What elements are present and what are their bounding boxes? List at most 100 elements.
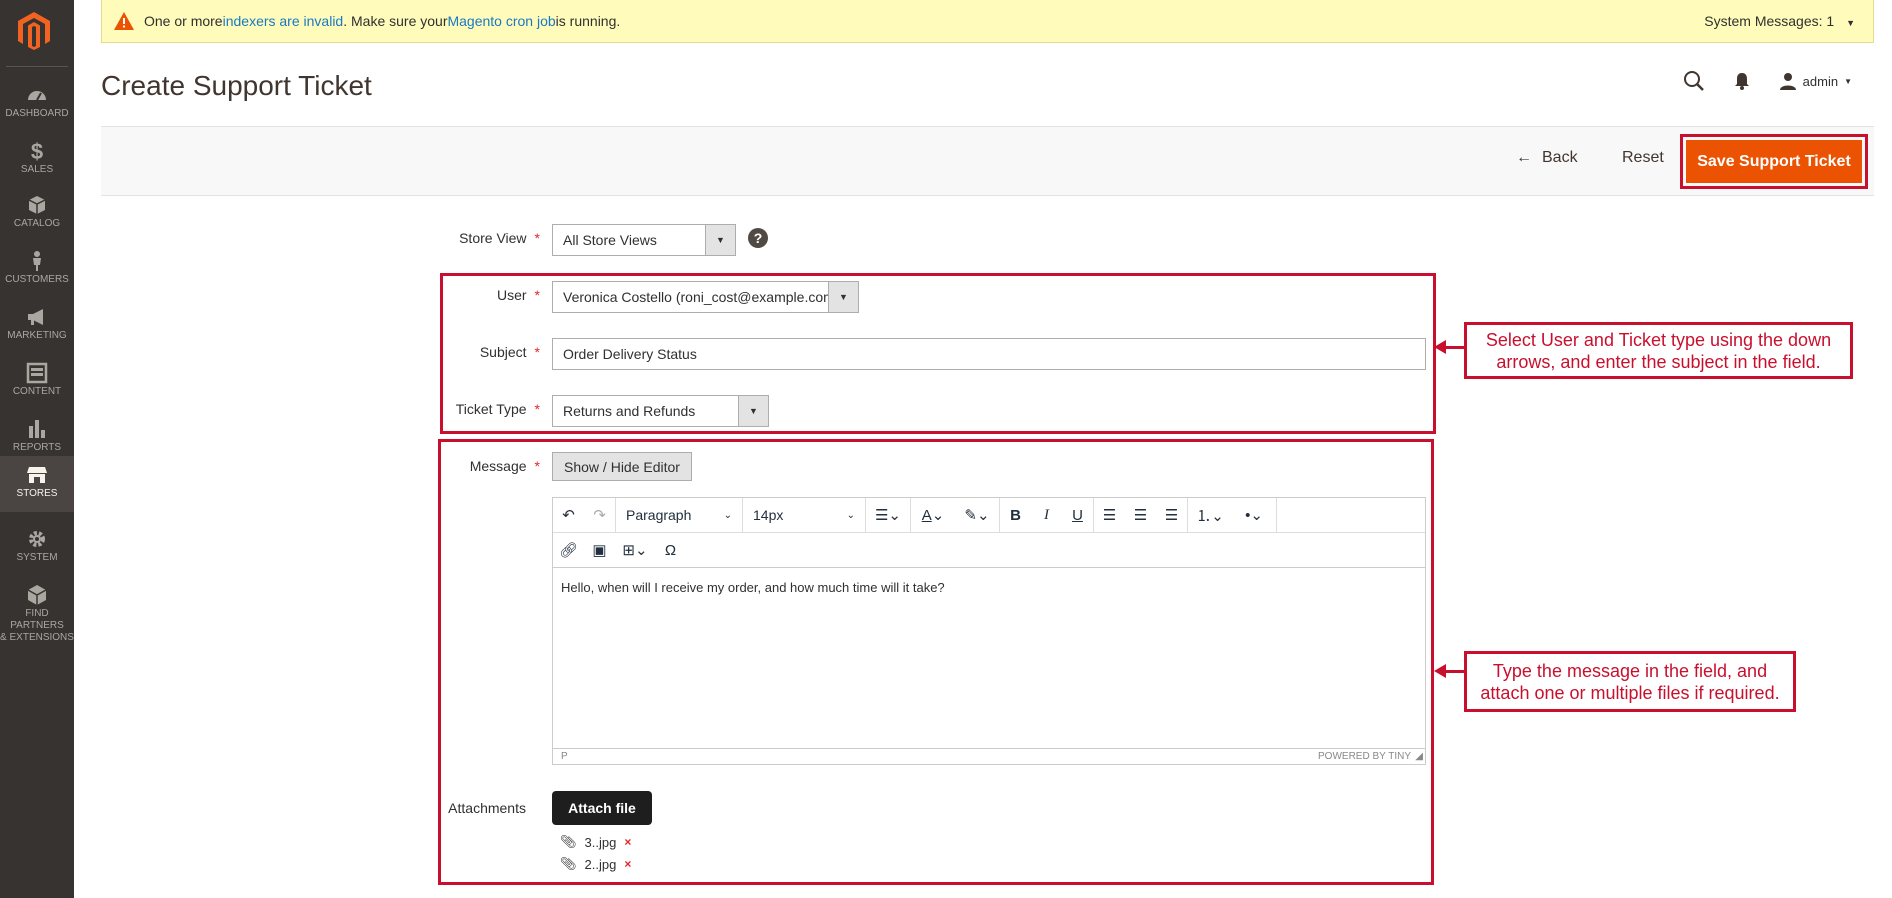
magento-logo[interactable]: [18, 12, 50, 50]
sidebar-item-customers[interactable]: CUSTOMERS: [0, 242, 74, 298]
person-icon: [33, 251, 41, 271]
undo-icon[interactable]: ↶: [553, 498, 584, 533]
admin-sidebar: DASHBOARD $ SALES CATALOG CUSTOMERS MARK…: [0, 0, 74, 898]
back-label: Back: [1542, 149, 1578, 166]
sidebar-label: CATALOG: [13, 218, 61, 229]
gear-icon: [29, 531, 45, 547]
attachment-name: 3..jpg: [584, 834, 617, 850]
store-icon: [27, 467, 47, 483]
sidebar-item-partners[interactable]: FIND PARTNERS & EXTENSIONS: [0, 576, 74, 646]
align-left-icon[interactable]: ☰: [1094, 498, 1125, 533]
image-icon[interactable]: ▣: [584, 533, 615, 568]
ticket-type-select[interactable]: Returns and Refunds ▼: [552, 395, 769, 427]
remove-attachment-icon[interactable]: ×: [624, 857, 631, 871]
dashboard-icon: [28, 91, 46, 101]
warning-icon: [114, 12, 134, 30]
subject-label: Subject *: [479, 344, 540, 360]
powered-by-tiny[interactable]: POWERED BY TINY: [1318, 751, 1411, 762]
system-message-bar: One or more indexers are invalid . Make …: [101, 0, 1874, 43]
table-icon[interactable]: ⊞⌄: [615, 533, 655, 568]
save-annotation-box: Save Support Ticket: [1680, 134, 1868, 189]
reset-button[interactable]: Reset: [1622, 149, 1664, 167]
attachment-item: 📎︎ 2..jpg ×: [560, 856, 631, 872]
text-color-icon[interactable]: A ⌄: [911, 498, 955, 533]
redo-icon[interactable]: ↷: [584, 498, 615, 533]
chevron-down-icon: ▼: [1844, 76, 1852, 86]
help-icon[interactable]: ?: [748, 228, 768, 248]
chevron-down-icon: ▼: [1846, 18, 1855, 28]
svg-text:?: ?: [754, 230, 763, 246]
chevron-down-icon: ⌄: [846, 509, 855, 521]
user-label: User *: [496, 287, 540, 303]
sidebar-item-marketing[interactable]: MARKETING: [0, 298, 74, 354]
bar-chart-icon: [29, 420, 45, 438]
back-button[interactable]: ← Back: [1516, 149, 1578, 167]
numbered-list-icon[interactable]: ⒈⌄: [1188, 498, 1232, 533]
editor-content[interactable]: Hello, when will I receive my order, and…: [561, 580, 945, 595]
sidebar-item-catalog[interactable]: CATALOG: [0, 186, 74, 242]
reset-label: Reset: [1622, 149, 1664, 166]
user-icon: [1779, 73, 1796, 90]
dropdown-arrow-icon[interactable]: ▼: [828, 282, 858, 312]
callout-text: Type the message in the field, and attac…: [1480, 660, 1780, 703]
resize-handle-icon[interactable]: ◢: [1415, 751, 1423, 762]
sidebar-item-system[interactable]: SYSTEM: [0, 520, 74, 576]
bold-icon[interactable]: B: [1000, 498, 1031, 533]
search-icon[interactable]: [1683, 70, 1705, 92]
editor-toolbar-row-1: ↶ ↷ Paragraph ⌄ 14px ⌄ ☰⌄ A ⌄ ✎⌄ B I U ☰ ☰ …: [553, 497, 1425, 533]
callout-text: Select User and Ticket type using the do…: [1485, 329, 1832, 372]
dropdown-arrow-icon[interactable]: ▼: [738, 396, 768, 426]
callout-user-ticket: Select User and Ticket type using the do…: [1464, 322, 1853, 379]
show-hide-editor-button[interactable]: Show / Hide Editor: [552, 452, 692, 481]
underline-icon[interactable]: U: [1062, 498, 1093, 533]
remove-attachment-icon[interactable]: ×: [624, 835, 631, 849]
sidebar-item-sales[interactable]: $ SALES: [0, 132, 74, 188]
annotation-arrow-line: [1444, 346, 1464, 349]
highlight-color-icon[interactable]: ✎⌄: [955, 498, 999, 533]
paperclip-icon: 📎︎: [560, 856, 577, 871]
ticket-type-value: Returns and Refunds: [563, 403, 696, 419]
editor-toolbar-row-2: 🔗︎ ▣ ⊞⌄ Ω: [553, 533, 1425, 568]
cron-job-link[interactable]: Magento cron job: [447, 13, 555, 29]
dropdown-arrow-icon[interactable]: ▼: [705, 225, 735, 255]
system-messages-count: System Messages: 1: [1704, 13, 1835, 29]
page-title: Create Support Ticket: [101, 70, 372, 101]
attachment-name: 2..jpg: [584, 856, 617, 872]
user-select[interactable]: Veronica Costello (roni_cost@example.com…: [552, 281, 859, 313]
callout-message-attach: Type the message in the field, and attac…: [1464, 651, 1796, 712]
sidebar-label: SALES: [20, 164, 54, 175]
store-view-select[interactable]: All Store Views ▼: [552, 224, 736, 256]
line-height-icon[interactable]: ☰⌄: [866, 498, 910, 533]
italic-icon[interactable]: I: [1031, 498, 1062, 533]
header-actions: admin ▼: [1683, 70, 1852, 92]
sidebar-label: REPORTS: [12, 442, 62, 453]
align-right-icon[interactable]: ☰: [1156, 498, 1187, 533]
link-icon[interactable]: 🔗︎: [553, 533, 584, 568]
sidebar-item-content[interactable]: CONTENT: [0, 354, 74, 410]
rich-text-editor[interactable]: ↶ ↷ Paragraph ⌄ 14px ⌄ ☰⌄ A ⌄ ✎⌄ B I U ☰ ☰ …: [552, 497, 1426, 765]
megaphone-icon: [28, 309, 43, 325]
save-support-ticket-button[interactable]: Save Support Ticket: [1686, 140, 1862, 183]
sidebar-label: CUSTOMERS: [5, 274, 69, 285]
bell-icon[interactable]: [1733, 71, 1751, 91]
subject-input[interactable]: Order Delivery Status: [552, 338, 1426, 370]
bullet-list-icon[interactable]: •⌄: [1232, 498, 1276, 533]
admin-user-menu[interactable]: admin ▼: [1779, 72, 1852, 90]
element-path[interactable]: P: [561, 751, 568, 762]
box-icon: [28, 196, 46, 214]
indexers-link[interactable]: indexers are invalid: [223, 13, 344, 29]
cube-icon: [27, 585, 47, 605]
system-messages-toggle[interactable]: System Messages: 1 ▼: [1704, 13, 1855, 29]
sidebar-label: STORES: [16, 488, 58, 499]
align-center-icon[interactable]: ☰: [1125, 498, 1156, 533]
attach-file-button[interactable]: Attach file: [552, 791, 652, 825]
sidebar-label: CONTENT: [12, 386, 62, 397]
sidebar-item-dashboard[interactable]: DASHBOARD: [0, 76, 74, 132]
sidebar-item-stores[interactable]: STORES: [0, 456, 74, 512]
special-character-icon[interactable]: Ω: [655, 533, 686, 568]
sidebar-label: FIND PARTNERS: [10, 608, 64, 631]
sidebar-divider: [6, 66, 68, 67]
font-size-select[interactable]: 14px ⌄: [743, 498, 865, 533]
paragraph-format-select[interactable]: Paragraph ⌄: [616, 498, 742, 533]
store-view-value: All Store Views: [563, 232, 657, 248]
